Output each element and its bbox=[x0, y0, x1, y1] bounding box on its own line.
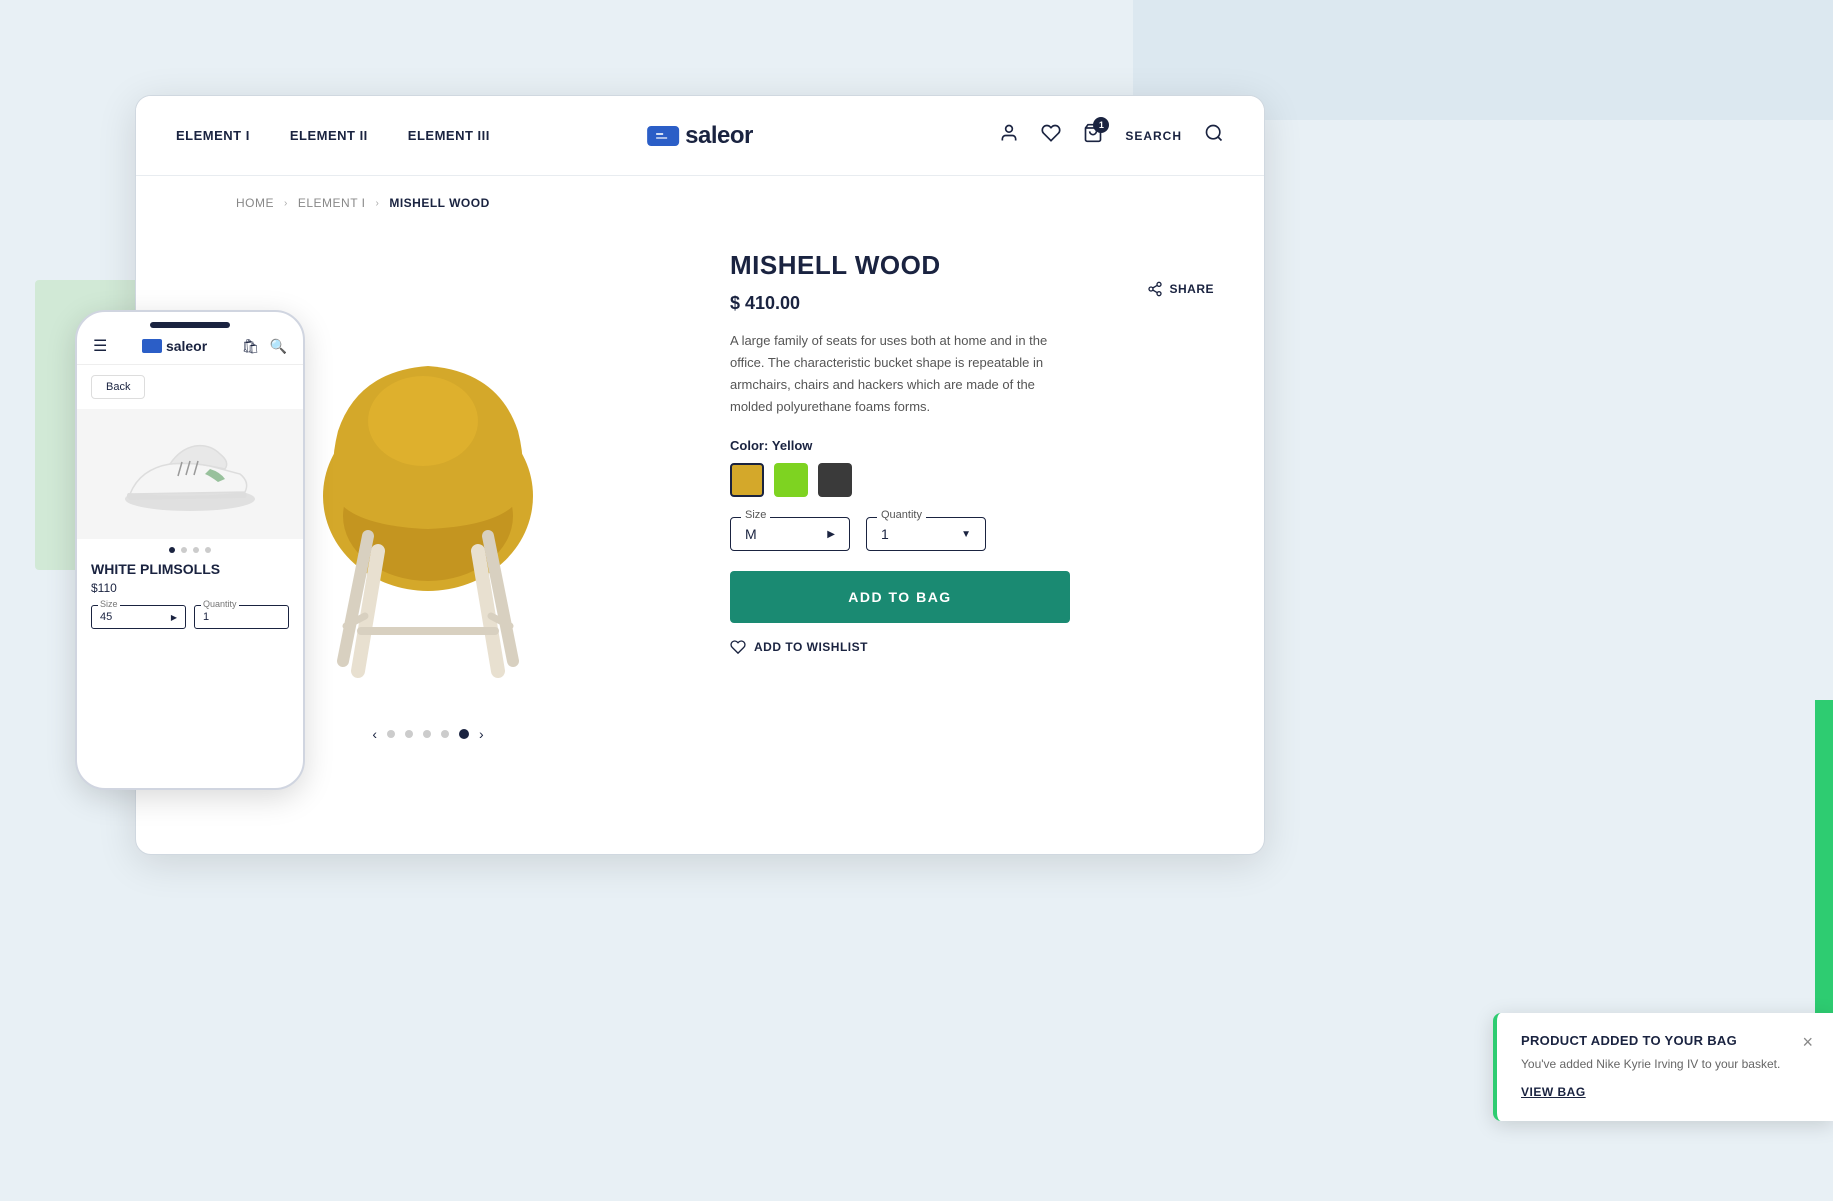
mobile-logo-icon bbox=[142, 339, 162, 353]
logo-icon bbox=[647, 126, 679, 146]
toast-notification: PRODUCT ADDED TO YOUR BAG × You've added… bbox=[1493, 1013, 1833, 1121]
carousel-prev[interactable]: ‹ bbox=[372, 726, 377, 742]
breadcrumb-arrow-2: › bbox=[375, 198, 379, 209]
product-image bbox=[268, 336, 588, 716]
carousel-next[interactable]: › bbox=[479, 726, 484, 742]
nav-links: ELEMENT I ELEMENT II ELEMENT III bbox=[176, 128, 490, 143]
share-label: SHARE bbox=[1169, 282, 1214, 296]
search-icon-button[interactable] bbox=[1204, 123, 1224, 148]
logo[interactable]: saleor bbox=[647, 122, 753, 150]
product-area: ‹ › MISHELL WOOD $ 410.00 A large family… bbox=[136, 230, 1264, 848]
color-swatch-yellow[interactable] bbox=[730, 463, 764, 497]
cart-badge: 1 bbox=[1093, 117, 1109, 133]
mobile-header-icons: 🛍 🔍 bbox=[242, 338, 287, 355]
color-swatch-green[interactable] bbox=[774, 463, 808, 497]
breadcrumb-home[interactable]: HOME bbox=[236, 196, 274, 210]
user-icon-button[interactable] bbox=[999, 123, 1019, 148]
color-swatches bbox=[730, 463, 1214, 497]
breadcrumb-category[interactable]: ELEMENT I bbox=[298, 196, 366, 210]
mobile-size-value: 45 ▶ bbox=[100, 611, 177, 623]
toast-header: PRODUCT ADDED TO YOUR BAG × bbox=[1521, 1033, 1813, 1051]
selectors-row: Size M ▶ Quantity 1 ▼ bbox=[730, 517, 1214, 551]
cart-icon-button[interactable]: 1 bbox=[1083, 123, 1103, 148]
breadcrumb-arrow-1: › bbox=[284, 198, 288, 209]
mobile-search-icon[interactable]: 🔍 bbox=[270, 338, 287, 355]
search-label: SEARCH bbox=[1125, 129, 1182, 143]
mobile-dot-3[interactable] bbox=[193, 547, 199, 553]
mobile-phone: ☰ saleor 🛍 🔍 Back bbox=[75, 310, 305, 790]
carousel-dot-2[interactable] bbox=[405, 730, 413, 738]
mobile-size-arrow-icon: ▶ bbox=[171, 613, 177, 622]
mobile-product-image bbox=[77, 409, 303, 539]
size-label: Size bbox=[741, 509, 770, 521]
add-to-wishlist-button[interactable]: ADD TO WISHLIST bbox=[730, 639, 868, 655]
product-price: $ 410.00 bbox=[730, 293, 1214, 314]
quantity-value: 1 ▼ bbox=[881, 526, 971, 542]
size-selector[interactable]: Size M ▶ bbox=[730, 517, 850, 551]
toast-view-bag-link[interactable]: VIEW BAG bbox=[1521, 1085, 1586, 1099]
share-button[interactable]: SHARE bbox=[1147, 281, 1214, 297]
product-description: A large family of seats for uses both at… bbox=[730, 330, 1070, 418]
mobile-logo: saleor bbox=[142, 338, 207, 354]
mobile-dot-2[interactable] bbox=[181, 547, 187, 553]
color-swatch-dark[interactable] bbox=[818, 463, 852, 497]
color-label: Color: Yellow bbox=[730, 438, 1214, 453]
add-to-wishlist-label: ADD TO WISHLIST bbox=[754, 640, 868, 654]
page-wrapper: ELEMENT I ELEMENT II ELEMENT III saleor bbox=[0, 0, 1833, 1201]
navbar: ELEMENT I ELEMENT II ELEMENT III saleor bbox=[136, 96, 1264, 176]
size-arrow-icon: ▶ bbox=[827, 529, 835, 540]
mobile-dot-1[interactable] bbox=[169, 547, 175, 553]
bg-accent-line bbox=[1815, 700, 1833, 1020]
mobile-header: ☰ saleor 🛍 🔍 bbox=[77, 328, 303, 365]
nav-link-element3[interactable]: ELEMENT III bbox=[408, 128, 490, 143]
add-to-bag-button[interactable]: ADD TO BAG bbox=[730, 571, 1070, 623]
product-title: MISHELL WOOD bbox=[730, 250, 1214, 281]
mobile-dot-4[interactable] bbox=[205, 547, 211, 553]
mobile-quantity-selector[interactable]: Quantity 1 bbox=[194, 605, 289, 629]
toast-close-button[interactable]: × bbox=[1802, 1033, 1813, 1051]
nav-link-element1[interactable]: ELEMENT I bbox=[176, 128, 250, 143]
breadcrumb-current: MISHELL WOOD bbox=[389, 196, 489, 210]
carousel-nav: ‹ › bbox=[372, 726, 483, 742]
carousel-dot-5[interactable] bbox=[459, 729, 469, 739]
mobile-menu-icon[interactable]: ☰ bbox=[93, 336, 107, 356]
nav-link-element2[interactable]: ELEMENT II bbox=[290, 128, 368, 143]
mobile-cart-icon[interactable]: 🛍 bbox=[242, 338, 260, 355]
size-value: M ▶ bbox=[745, 526, 835, 542]
quantity-label: Quantity bbox=[877, 509, 926, 521]
color-section: Color: Yellow bbox=[730, 438, 1214, 497]
carousel-dot-1[interactable] bbox=[387, 730, 395, 738]
mobile-carousel bbox=[77, 539, 303, 561]
quantity-selector[interactable]: Quantity 1 ▼ bbox=[866, 517, 986, 551]
mobile-size-label: Size bbox=[98, 599, 120, 609]
mobile-quantity-label: Quantity bbox=[201, 599, 239, 609]
mobile-size-selector[interactable]: Size 45 ▶ bbox=[91, 605, 186, 629]
nav-icons: 1 SEARCH bbox=[999, 123, 1224, 148]
carousel-dot-3[interactable] bbox=[423, 730, 431, 738]
breadcrumb: HOME › ELEMENT I › MISHELL WOOD bbox=[186, 176, 1214, 230]
wishlist-icon-button[interactable] bbox=[1041, 123, 1061, 148]
quantity-arrow-icon: ▼ bbox=[961, 529, 971, 540]
toast-message: You've added Nike Kyrie Irving IV to you… bbox=[1521, 1057, 1813, 1071]
mobile-selectors: Size 45 ▶ Quantity 1 bbox=[77, 605, 303, 629]
product-info: MISHELL WOOD $ 410.00 A large family of … bbox=[730, 230, 1214, 848]
mobile-product-title: WHITE PLIMSOLLS bbox=[77, 561, 303, 577]
logo-text: saleor bbox=[685, 122, 753, 150]
toast-title: PRODUCT ADDED TO YOUR BAG bbox=[1521, 1033, 1737, 1048]
carousel-dot-4[interactable] bbox=[441, 730, 449, 738]
mobile-quantity-value: 1 bbox=[203, 611, 280, 623]
mobile-product-price: $110 bbox=[77, 581, 303, 595]
mobile-back-button[interactable]: Back bbox=[91, 375, 145, 399]
